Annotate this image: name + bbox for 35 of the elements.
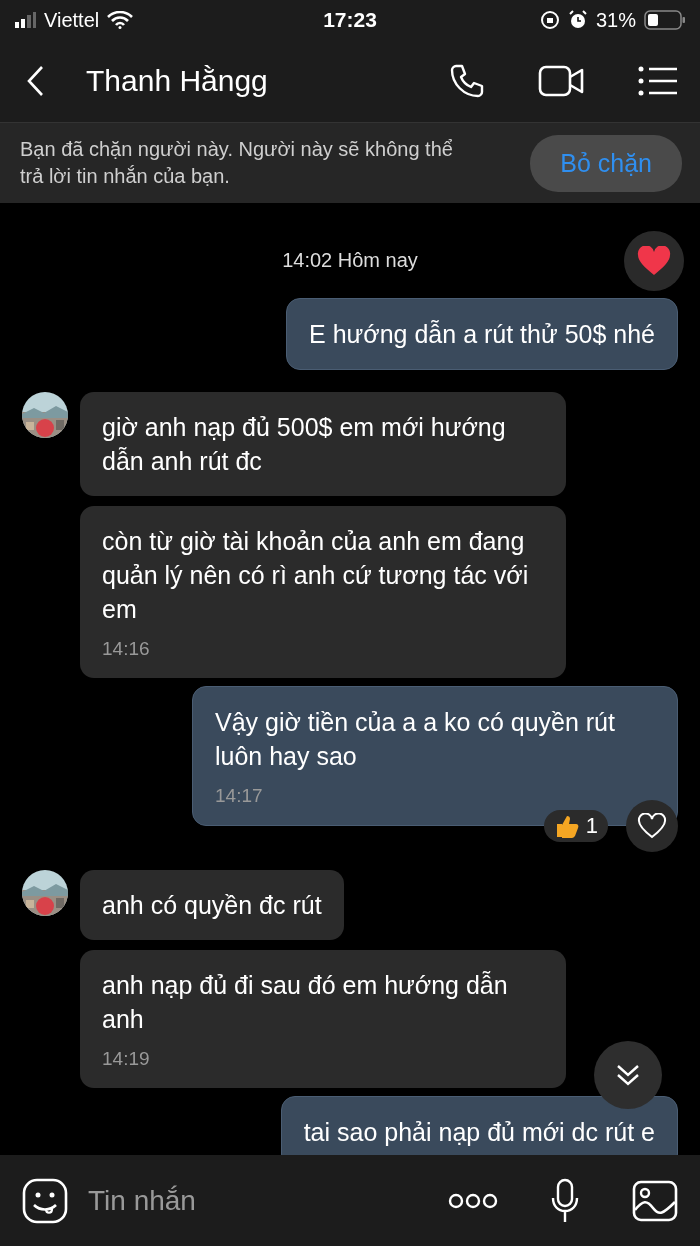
contact-name: Thanh Hằngg — [85, 64, 269, 98]
heart-icon — [637, 246, 671, 276]
status-time: 17:23 — [323, 8, 377, 32]
message-text: anh nạp đủ đi sau đó em hướng dẫn anh — [102, 970, 509, 1035]
alarm-icon — [567, 10, 588, 30]
message-input[interactable]: Tin nhắn — [86, 1183, 430, 1218]
menu-icon[interactable] — [638, 66, 678, 96]
signal-icon — [14, 12, 36, 28]
heart-icon — [637, 813, 667, 839]
rotation-lock-icon — [539, 10, 560, 30]
message-text: tai sao phải nạp đủ mới dc rút e — [303, 1117, 655, 1148]
battery-percent: 31% — [595, 8, 636, 32]
reaction-count[interactable]: 1 — [543, 810, 608, 842]
video-call-icon[interactable] — [538, 64, 586, 98]
phone-icon[interactable] — [448, 62, 486, 100]
heart-react-button[interactable] — [626, 800, 678, 852]
carrier-name: Viettel — [44, 8, 100, 32]
message-time: 14:16 — [102, 638, 151, 660]
sticker-icon[interactable] — [22, 1177, 68, 1224]
message-time: 14:19 — [102, 1048, 151, 1070]
wifi-icon — [107, 11, 134, 29]
message-time: 14:17 — [215, 785, 264, 807]
message-text: giờ anh nạp đủ 500$ em mới hướng dẫn anh rút đc — [102, 412, 507, 477]
blocked-notice: Bạn đã chặn người này. Người này sẽ không thể trả lời tin nhắn của bạn. — [20, 137, 454, 189]
message-text: E hướng dẫn a rút thử 50$ nhé — [309, 319, 655, 350]
message-text: Vậy giờ tiền của a a ko có quyền rút luôn hay sao — [215, 707, 616, 772]
message-text: còn từ giờ tài khoản của anh em đang quản lý nên có rì anh cứ tương tác với em — [102, 526, 530, 625]
message-text: anh có quyền đc rút — [102, 890, 322, 921]
heart-reaction-button[interactable] — [624, 231, 684, 291]
back-button[interactable] — [26, 65, 46, 97]
microphone-icon[interactable] — [550, 1177, 580, 1224]
date-divider: 14:02 Hôm nay — [282, 249, 418, 272]
more-icon[interactable] — [448, 1192, 498, 1209]
image-icon[interactable] — [632, 1179, 678, 1222]
battery-icon — [644, 10, 686, 30]
